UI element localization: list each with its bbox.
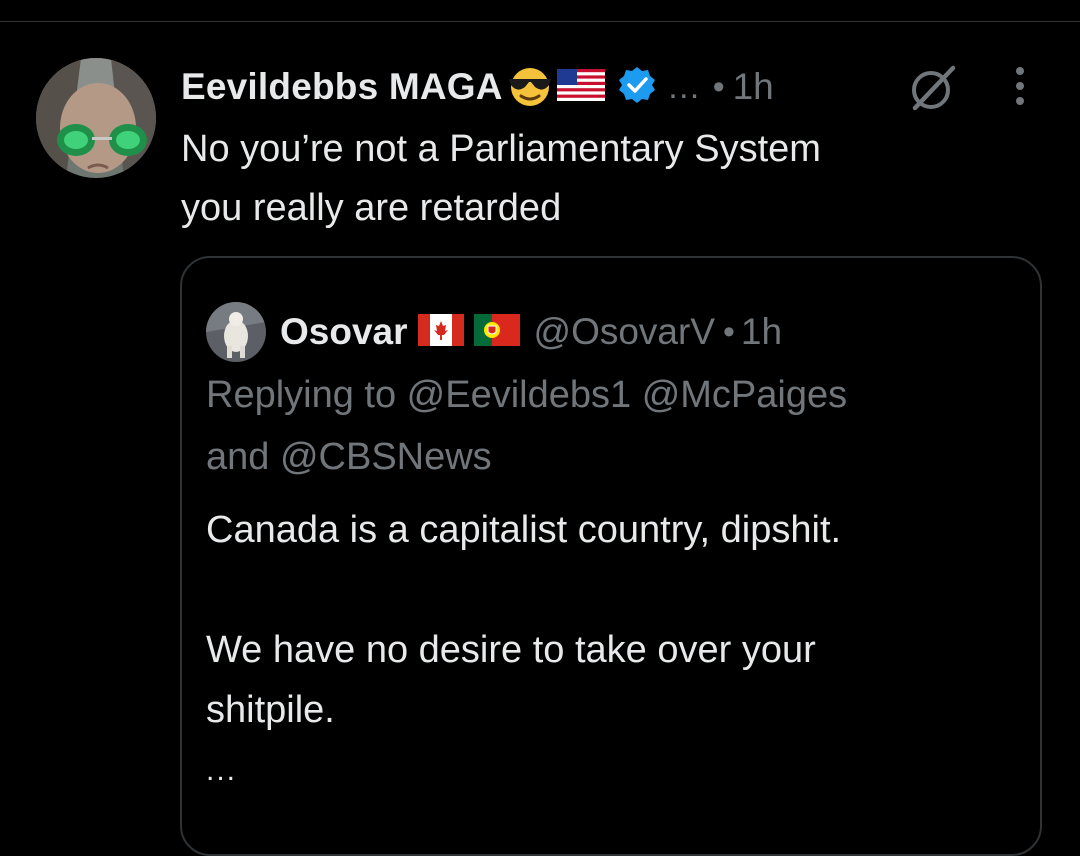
quote-body-paragraph-1: Canada is a capitalist country, dipshit. bbox=[206, 509, 842, 551]
quote-body-paragraph-2-line-2: shitpile. bbox=[206, 689, 335, 731]
avatar-image bbox=[36, 58, 156, 178]
quote-replying-line-2: and @CBSNews bbox=[206, 436, 492, 478]
top-divider bbox=[0, 21, 1080, 22]
tweet-text-line-1: No you’re not a Parliamentary System bbox=[181, 128, 821, 170]
sunglasses-emoji-icon bbox=[505, 63, 555, 112]
quote-replying-line-1: Replying to @Eevildebs1 @McPaiges bbox=[206, 374, 848, 416]
quoted-tweet-card[interactable]: Osovar @OsovarV • 1h Replying to @Eevild… bbox=[180, 256, 1042, 856]
canada-flag-icon bbox=[417, 313, 464, 351]
author-display-name[interactable]: Eevildebbs MAGA bbox=[181, 66, 503, 108]
polar-bear-avatar-icon bbox=[206, 302, 266, 362]
name-overflow: … bbox=[666, 67, 701, 106]
tweet-text: No you’re not a Parliamentary System you… bbox=[181, 120, 1041, 238]
more-vertical-icon[interactable] bbox=[1006, 64, 1034, 108]
quote-author-avatar[interactable] bbox=[206, 302, 266, 362]
quote-truncated-ellipsis: ... bbox=[206, 754, 238, 787]
quote-separator-dot: • bbox=[723, 312, 735, 351]
tweet-text-line-2: you really are retarded bbox=[181, 187, 562, 229]
quote-header: Osovar @OsovarV • 1h bbox=[280, 302, 782, 362]
quote-author-display-name[interactable]: Osovar bbox=[280, 311, 408, 353]
quote-timestamp[interactable]: 1h bbox=[741, 311, 782, 353]
tweet-header: Eevildebbs MAGA … • 1h bbox=[181, 62, 774, 112]
us-flag-icon bbox=[556, 68, 605, 106]
quote-author-handle[interactable]: @OsovarV bbox=[534, 311, 716, 353]
author-avatar[interactable] bbox=[36, 58, 156, 178]
portugal-flag-icon bbox=[473, 313, 520, 351]
tweet-timestamp[interactable]: 1h bbox=[733, 66, 774, 108]
separator-dot: • bbox=[712, 67, 725, 106]
quote-body-paragraph-2-line-1: We have no desire to take over your bbox=[206, 629, 816, 671]
grok-icon[interactable] bbox=[905, 62, 959, 116]
quote-body-text: Canada is a capitalist country, dipshit.… bbox=[206, 500, 1026, 740]
verified-badge-icon bbox=[617, 65, 657, 110]
quote-replying-to: Replying to @Eevildebs1 @McPaiges and @C… bbox=[206, 364, 1026, 488]
